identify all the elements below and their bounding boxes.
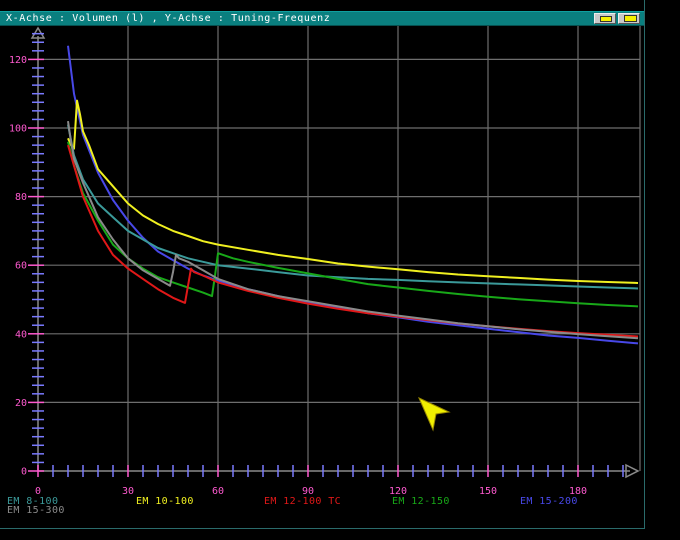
- x-tick-label-30: 30: [122, 486, 134, 497]
- y-tick-label-120: 120: [9, 55, 27, 66]
- legend-entry-em-15-300: EM 15-300: [7, 505, 65, 516]
- series-line-em-15-200: [67, 45, 639, 345]
- legend-entry-em-12-100-tc: EM 12-100 TC: [264, 496, 342, 507]
- legend-entry-em-15-200: EM 15-200: [520, 496, 578, 507]
- series-line-em-15-300: [67, 120, 639, 340]
- plot-window: X-Achse : Volumen (l) , Y-Achse : Tuning…: [0, 0, 645, 529]
- legend-entry-em-12-150: EM 12-150: [392, 496, 450, 507]
- tuning-frequency-chart: 0 30 60 90 120 150 180020406080100120: [9, 26, 641, 497]
- y-tick-label-20: 20: [15, 398, 27, 409]
- legend-entry-em-10-100: EM 10-100: [136, 496, 194, 507]
- y-tick-label-60: 60: [15, 261, 27, 272]
- y-tick-label-80: 80: [15, 192, 27, 203]
- series-line-em-12-150: [67, 141, 639, 308]
- series-line-em-12-100-tc: [67, 144, 639, 338]
- x-tick-label-150: 150: [479, 486, 497, 497]
- y-tick-label-40: 40: [15, 329, 27, 340]
- series-line-em-8-100: [67, 124, 639, 290]
- y-tick-label-0: 0: [21, 467, 27, 478]
- y-tick-label-100: 100: [9, 124, 27, 135]
- x-tick-label-60: 60: [212, 486, 224, 497]
